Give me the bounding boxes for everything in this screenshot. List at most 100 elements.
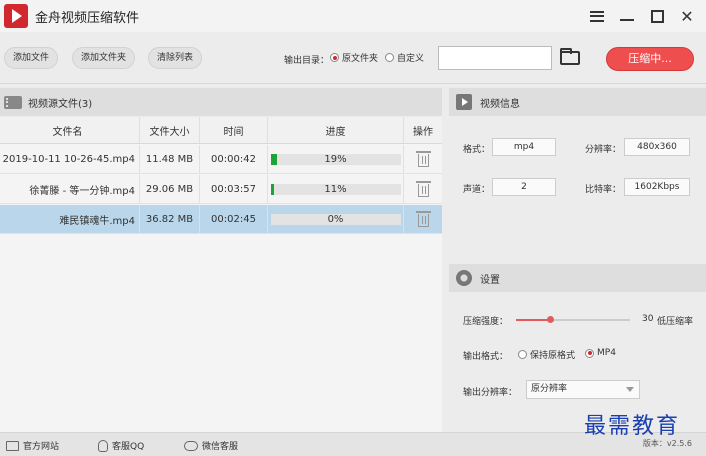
- channels-label: 声道：: [463, 185, 491, 195]
- version-label: 版本：v2.5.6: [642, 439, 692, 448]
- wechat-support-link[interactable]: 微信客服: [184, 439, 238, 452]
- progress-fill: [271, 154, 277, 165]
- table-header: 文件名 文件大小 时间 进度 操作: [0, 117, 442, 144]
- bitrate-value: 1602Kbps: [624, 178, 690, 196]
- wechat-icon: [184, 440, 198, 451]
- file-table: 文件名 文件大小 时间 进度 操作 k 2019-10-11 10-26-45.…: [0, 117, 442, 432]
- trash-icon[interactable]: [415, 211, 431, 227]
- format-value: mp4: [492, 138, 556, 156]
- radio-source-folder-indicator[interactable]: [330, 53, 339, 62]
- maximize-button[interactable]: [642, 4, 672, 28]
- radio-keep-format-indicator[interactable]: [518, 350, 527, 359]
- bitrate-label: 比特率：: [585, 185, 622, 195]
- trash-icon[interactable]: [415, 151, 431, 167]
- radio-custom-label: 自定义: [397, 54, 425, 64]
- progress-label: 0%: [327, 213, 344, 225]
- output-resolution-label: 输出分辨率：: [463, 388, 518, 398]
- trash-icon[interactable]: [415, 181, 431, 197]
- col-size: 文件大小: [140, 117, 200, 143]
- col-duration: 时间: [200, 117, 268, 143]
- menu-icon: [590, 10, 604, 22]
- qq-support-label: 客服QQ: [112, 442, 145, 452]
- table-row[interactable]: k 2019-10-11 10-26-45.mp4 11.48 MB 00:00…: [0, 145, 442, 174]
- progress-label: 11%: [324, 183, 347, 195]
- radio-mp4-label: MP4: [597, 348, 616, 358]
- col-action: 操作: [413, 126, 433, 138]
- file-duration: 00:00:42: [200, 145, 268, 173]
- website-link[interactable]: 官方网站: [6, 439, 59, 452]
- action-cell: [404, 205, 442, 233]
- wechat-support-label: 微信客服: [202, 442, 239, 452]
- radio-custom[interactable]: 自定义: [385, 51, 424, 64]
- output-path-input[interactable]: [438, 46, 552, 70]
- radio-mp4[interactable]: MP4: [585, 348, 616, 358]
- video-info-header: 视频信息: [449, 88, 706, 116]
- strength-value: 30: [642, 314, 654, 324]
- resolution-label: 分辨率：: [585, 145, 622, 155]
- monitor-icon: [6, 440, 19, 451]
- progress-cell: 19%: [268, 145, 404, 173]
- file-size: 11.48 MB: [140, 145, 200, 173]
- strength-slider[interactable]: [516, 316, 630, 323]
- settings-title: 设置: [480, 274, 500, 286]
- table-row[interactable]: 难民镇魂牛.mp4 36.82 MB 00:02:45 0%: [0, 205, 442, 234]
- resolution-value: 480x360: [624, 138, 690, 156]
- radio-source-folder-label: 原文件夹: [342, 54, 379, 64]
- progress-cell: 0%: [268, 205, 404, 233]
- progress-label: 19%: [324, 153, 347, 165]
- action-cell: [404, 145, 442, 173]
- settings-header: 设置: [449, 264, 706, 292]
- clear-list-button[interactable]: 清除列表: [148, 47, 203, 69]
- file-panel-header: 视频源文件(3): [0, 88, 442, 116]
- film-icon: [4, 95, 24, 109]
- output-dir-label: 输出目录：: [284, 56, 330, 66]
- gear-icon: [456, 270, 472, 286]
- output-format-label: 输出格式：: [463, 352, 509, 362]
- watermark: 最需教育: [584, 414, 681, 439]
- file-duration: 00:03:57: [200, 175, 268, 203]
- website-label: 官方网站: [23, 442, 60, 452]
- file-name: 难民镇魂牛.mp4: [0, 205, 140, 233]
- file-size: 36.82 MB: [140, 205, 200, 233]
- app-logo-icon: [4, 4, 28, 28]
- title-bar: 金舟视频压缩软件 ✕: [0, 0, 706, 32]
- progress-fill: [271, 184, 275, 195]
- folder-open-icon[interactable]: [560, 48, 580, 65]
- radio-source-folder[interactable]: 原文件夹: [330, 51, 378, 64]
- minimize-button[interactable]: [612, 4, 642, 28]
- strength-slider-knob[interactable]: [547, 316, 555, 323]
- file-duration: 00:02:45: [200, 205, 268, 233]
- play-icon: [456, 94, 472, 110]
- radio-mp4-indicator[interactable]: [585, 348, 594, 358]
- window-controls: ✕: [582, 0, 702, 32]
- file-name: 徐菁滕 - 等一分钟.mp4: [0, 175, 140, 203]
- radio-keep-format[interactable]: 保持原格式: [518, 348, 575, 361]
- add-folder-button[interactable]: 添加文件夹: [72, 47, 136, 69]
- radio-keep-format-label: 保持原格式: [530, 351, 576, 361]
- app-title: 金舟视频压缩软件: [35, 10, 140, 26]
- channels-value: 2: [492, 178, 556, 196]
- close-button[interactable]: ✕: [672, 4, 702, 28]
- qq-support-link[interactable]: 客服QQ: [98, 439, 144, 452]
- maximize-icon: [650, 9, 664, 23]
- strength-desc: 低压缩率: [657, 317, 694, 327]
- add-file-button[interactable]: 添加文件: [4, 47, 59, 69]
- compress-button[interactable]: 压缩中...: [606, 47, 694, 71]
- table-row[interactable]: 徐菁滕 - 等一分钟.mp4 29.06 MB 00:03:57 11%: [0, 175, 442, 204]
- strength-label: 压缩强度：: [463, 317, 509, 327]
- file-size: 29.06 MB: [140, 175, 200, 203]
- qq-icon: [98, 439, 108, 452]
- menu-button[interactable]: [582, 4, 612, 28]
- col-filename: 文件名: [0, 117, 140, 143]
- file-panel-title: 视频源文件(3): [28, 98, 93, 110]
- format-label: 格式：: [463, 145, 491, 155]
- radio-custom-indicator[interactable]: [385, 53, 394, 62]
- col-progress: 进度: [268, 117, 404, 143]
- progress-cell: 11%: [268, 175, 404, 203]
- video-info-title: 视频信息: [480, 98, 520, 110]
- minimize-icon: [620, 19, 634, 21]
- file-name: k 2019-10-11 10-26-45.mp4: [0, 145, 140, 173]
- strength-slider-fill: [516, 319, 551, 321]
- output-resolution-select[interactable]: 原分辨率: [526, 380, 640, 399]
- toolbar: 添加文件 添加文件夹 清除列表 输出目录： 原文件夹 自定义 压缩中...: [0, 32, 706, 84]
